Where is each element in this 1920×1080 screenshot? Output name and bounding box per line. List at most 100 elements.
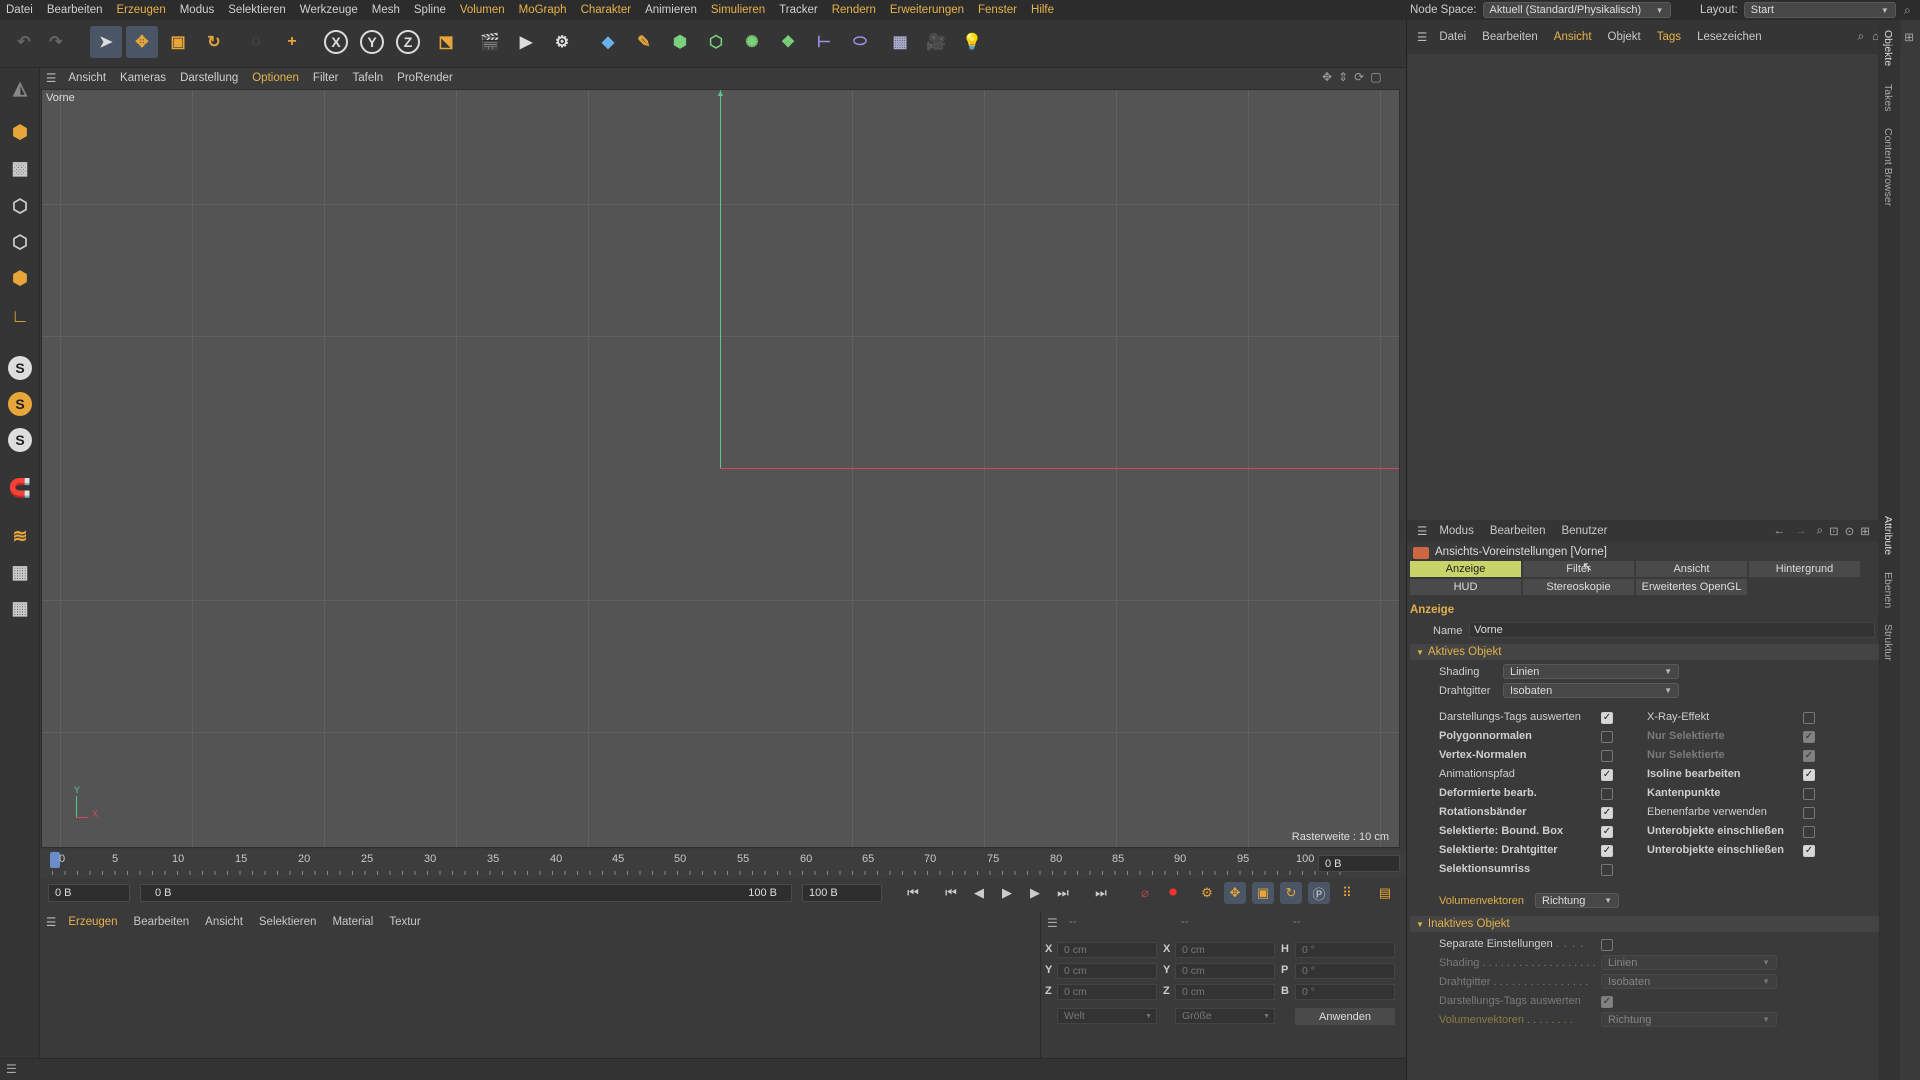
left-option-checkbox[interactable]: ✓: [1601, 769, 1613, 781]
next-key-icon[interactable]: ⏭: [1052, 882, 1074, 904]
redo-icon[interactable]: ↷: [40, 26, 72, 58]
go-to-start-icon[interactable]: ⏮: [902, 882, 924, 904]
in-shading-dropdown[interactable]: Linien ▼: [1601, 955, 1777, 970]
in-vol-dropdown[interactable]: Richtung ▼: [1601, 1012, 1777, 1027]
zoom-view-icon[interactable]: ⇕: [1338, 70, 1354, 84]
hamburger-icon[interactable]: ☰: [46, 915, 56, 929]
model-mode-icon[interactable]: ⬢: [4, 116, 36, 148]
left-option-checkbox[interactable]: ✓: [1601, 712, 1613, 724]
undo-icon[interactable]: ↶: [8, 26, 40, 58]
render-region-icon[interactable]: 🎬: [474, 26, 506, 58]
render-view-icon[interactable]: ▶: [510, 26, 542, 58]
pos-y-field[interactable]: 0 cm: [1057, 963, 1157, 979]
field-icon[interactable]: ⬭: [844, 26, 876, 58]
timeline-window-icon[interactable]: ▤: [1374, 882, 1396, 904]
pos-x-field[interactable]: 0 cm: [1057, 942, 1157, 958]
object-list[interactable]: [1408, 54, 1898, 520]
menu-volumen[interactable]: Volumen: [460, 4, 505, 16]
menu-hilfe[interactable]: Hilfe: [1031, 4, 1054, 16]
menu-erweiterungen[interactable]: Erweiterungen: [890, 4, 964, 16]
vtab-objekte[interactable]: Objekte: [1882, 30, 1894, 66]
right-option-checkbox[interactable]: [1803, 826, 1815, 838]
axis-mode-icon[interactable]: ∟: [4, 300, 36, 332]
spline-pen-icon[interactable]: ✎: [628, 26, 660, 58]
volume-vectors-dropdown[interactable]: Richtung ▼: [1535, 893, 1619, 908]
back-arrow-icon[interactable]: ←: [1774, 525, 1786, 537]
texture-mode-icon[interactable]: ▩: [4, 152, 36, 184]
in-wire-dropdown[interactable]: Isobaten ▼: [1601, 974, 1777, 989]
mat-menu-material[interactable]: Material: [332, 916, 373, 928]
render-settings-icon[interactable]: ⚙: [546, 26, 578, 58]
left-option-checkbox[interactable]: ✓: [1601, 807, 1613, 819]
solo-off-icon[interactable]: S: [4, 424, 36, 456]
pos-z-field[interactable]: 0 cm: [1057, 984, 1157, 1000]
workplane-icon[interactable]: ≋: [4, 520, 36, 552]
rot-h-field[interactable]: 0 °: [1295, 942, 1395, 958]
snap-icon[interactable]: 🧲: [4, 472, 36, 504]
right-option-checkbox[interactable]: ✓: [1803, 769, 1815, 781]
right-option-checkbox[interactable]: ✓: [1803, 845, 1815, 857]
hamburger-icon[interactable]: ☰: [1047, 916, 1058, 930]
shading-dropdown[interactable]: Linien ▼: [1503, 664, 1679, 679]
left-option-checkbox[interactable]: [1601, 788, 1613, 800]
menu-datei[interactable]: Datei: [6, 4, 33, 16]
vp-menu-tafeln[interactable]: Tafeln: [352, 72, 383, 84]
x-axis-lock-button[interactable]: X: [320, 26, 352, 58]
timeline-ruler[interactable]: 0 5 10 15 20 25 30 35 40 45 50 55 60 65 …: [40, 850, 1406, 878]
rot-p-field[interactable]: 0 °: [1295, 963, 1395, 979]
section-inaktives-objekt[interactable]: ▼ Inaktives Objekt: [1410, 916, 1879, 932]
nodespace-dropdown[interactable]: Aktuell (Standard/Physikalisch) ▼: [1482, 2, 1671, 18]
menu-tracker[interactable]: Tracker: [779, 4, 818, 16]
maximize-view-icon[interactable]: ▢: [1370, 70, 1387, 84]
tab-erweitertes-opengl[interactable]: Erweitertes OpenGL: [1636, 579, 1747, 595]
attr-menu-benutzer[interactable]: Benutzer: [1561, 525, 1607, 537]
next-frame-icon[interactable]: ▶: [1024, 882, 1046, 904]
add-tool-icon[interactable]: +: [276, 26, 308, 58]
new-window-icon[interactable]: ⊞: [1904, 30, 1914, 44]
rot-b-field[interactable]: 0 °: [1295, 984, 1395, 1000]
menu-bearbeiten[interactable]: Bearbeiten: [47, 4, 103, 16]
record-keys-icon[interactable]: ⌀: [1134, 882, 1156, 904]
settings-icon[interactable]: ⊙: [1845, 524, 1855, 538]
new-window-icon[interactable]: ⊞: [1860, 524, 1870, 538]
start-frame-field[interactable]: 0 B: [48, 884, 130, 902]
mat-menu-ansicht[interactable]: Ansicht: [205, 916, 243, 928]
menu-animieren[interactable]: Animieren: [645, 4, 697, 16]
lock-icon[interactable]: ⊡: [1829, 524, 1839, 538]
right-option-checkbox[interactable]: ✓: [1803, 731, 1815, 743]
play-icon[interactable]: ▶: [996, 882, 1018, 904]
move-view-icon[interactable]: ✥: [1322, 70, 1338, 84]
generator-icon[interactable]: ⬡: [700, 26, 732, 58]
tab-ansicht[interactable]: Ansicht: [1636, 561, 1747, 577]
left-option-checkbox[interactable]: [1601, 750, 1613, 762]
vp-menu-filter[interactable]: Filter: [313, 72, 339, 84]
preview-range-slider[interactable]: 0 B 100 B: [140, 884, 792, 902]
light-icon[interactable]: 💡: [956, 26, 988, 58]
obj-menu-lesezeichen[interactable]: Lesezeichen: [1697, 31, 1762, 43]
right-option-checkbox[interactable]: [1803, 712, 1815, 724]
current-frame-field[interactable]: 0 B: [1318, 855, 1400, 872]
forward-arrow-icon[interactable]: →: [1795, 525, 1807, 537]
left-option-checkbox[interactable]: [1601, 864, 1613, 876]
separate-settings-checkbox[interactable]: [1601, 939, 1613, 951]
deformer-icon[interactable]: ⊢: [808, 26, 840, 58]
tab-anzeige[interactable]: Anzeige: [1410, 561, 1521, 577]
prev-frame-icon[interactable]: ◀: [968, 882, 990, 904]
key-position-icon[interactable]: ✥: [1224, 882, 1246, 904]
hamburger-icon[interactable]: ☰: [46, 71, 56, 85]
material-area[interactable]: [40, 934, 1038, 1056]
vtab-ebenen[interactable]: Ebenen: [1882, 572, 1894, 608]
key-selection-icon[interactable]: ⚙: [1196, 882, 1218, 904]
polygons-mode-icon[interactable]: ⬢: [4, 262, 36, 294]
menu-mesh[interactable]: Mesh: [372, 4, 400, 16]
menu-simulieren[interactable]: Simulieren: [711, 4, 765, 16]
vp-menu-optionen[interactable]: Optionen: [252, 72, 299, 84]
vtab-struktur[interactable]: Struktur: [1882, 624, 1894, 661]
prev-key-icon[interactable]: ⏮: [940, 882, 962, 904]
rotate-tool-icon[interactable]: ↻: [198, 26, 230, 58]
key-scale-icon[interactable]: ▣: [1252, 882, 1274, 904]
move-tool-icon[interactable]: ✥: [126, 26, 158, 58]
menu-selektieren[interactable]: Selektieren: [228, 4, 286, 16]
right-option-checkbox[interactable]: [1803, 807, 1815, 819]
menu-mograph[interactable]: MoGraph: [519, 4, 567, 16]
